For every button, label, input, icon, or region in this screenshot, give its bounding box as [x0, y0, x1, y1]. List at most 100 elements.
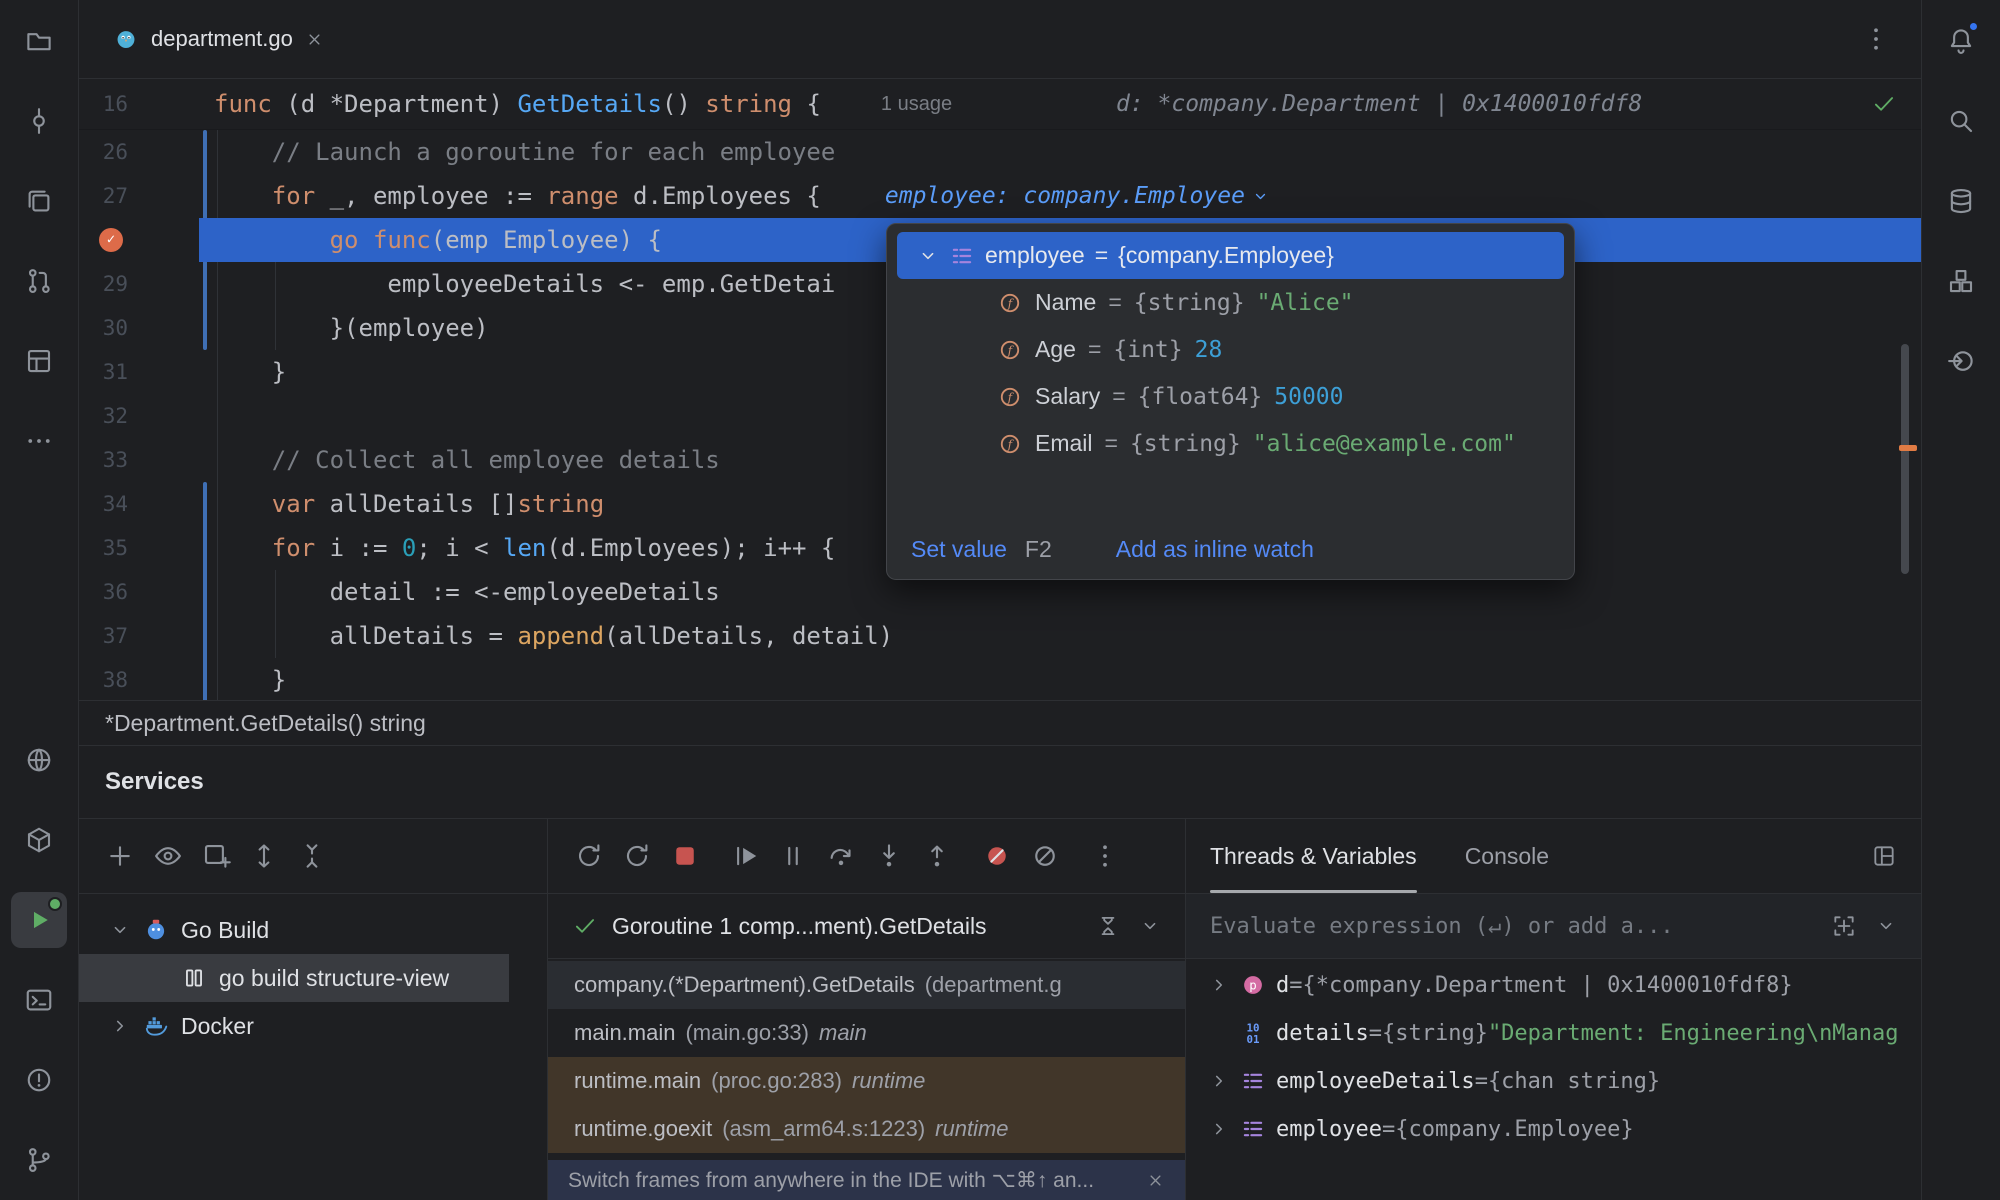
line-number[interactable]: 34: [79, 494, 128, 515]
structure-button[interactable]: [11, 333, 67, 389]
add-inline-watch-link[interactable]: Add as inline watch: [1116, 536, 1314, 563]
hourglass-icon[interactable]: [1095, 913, 1121, 939]
code-text[interactable]: detail := <-employeeDetails: [214, 570, 720, 614]
editor-scrollbar[interactable]: [1901, 344, 1909, 574]
breadcrumb[interactable]: *Department.GetDetails() string: [105, 710, 426, 737]
chevron-right-icon[interactable]: [1208, 974, 1230, 996]
stack-frame[interactable]: runtime.goexit(asm_arm64.s:1223)runtime: [548, 1105, 1185, 1153]
popup-field-name[interactable]: fName={string}"Alice": [897, 279, 1564, 326]
tab-options-button[interactable]: [1861, 24, 1891, 54]
search-button[interactable]: [1933, 93, 1989, 149]
database-button[interactable]: [1933, 173, 1989, 229]
line-number[interactable]: 36: [79, 582, 128, 603]
code-line-27[interactable]: 27 for _, employee := range d.Employees …: [79, 174, 1921, 218]
terminal-button[interactable]: [11, 972, 67, 1028]
commit-button[interactable]: [11, 93, 67, 149]
close-icon[interactable]: [1146, 1171, 1165, 1190]
evaluate-history-chevron[interactable]: [1875, 915, 1897, 937]
frames-thread-selector[interactable]: Goroutine 1 comp...ment).GetDetails: [548, 894, 1185, 959]
set-value-link[interactable]: Set value: [911, 536, 1007, 563]
banner-close-icon[interactable]: [1146, 1171, 1165, 1190]
service-node-go-build-structure-view[interactable]: go build structure-view: [79, 954, 509, 1002]
ignore-breakpoints-button[interactable]: [1024, 835, 1066, 877]
popup-field-salary[interactable]: fSalary={float64}50000: [897, 373, 1564, 420]
chevron-down-icon[interactable]: [1139, 915, 1161, 937]
more-options-button[interactable]: [1084, 835, 1126, 877]
line-number[interactable]: 31: [79, 362, 128, 383]
variable-expand-chevron[interactable]: [1208, 1118, 1240, 1140]
run-button[interactable]: [11, 892, 67, 948]
code-text[interactable]: for i := 0; i < len(d.Employees); i++ {: [214, 526, 835, 570]
expand-all-button[interactable]: [243, 835, 285, 877]
mute-breakpoints-button[interactable]: [976, 835, 1018, 877]
open-in-new-tab-button[interactable]: [195, 835, 237, 877]
pull-requests-button[interactable]: [11, 253, 67, 309]
tree-chevron[interactable]: [109, 919, 143, 941]
popup-root-row[interactable]: employee = {company.Employee}: [897, 232, 1564, 279]
editor[interactable]: 16 func (d *Department) GetDetails() stri…: [79, 79, 1921, 700]
line-number[interactable]: 16: [79, 94, 128, 115]
line-number[interactable]: 30: [79, 318, 128, 339]
service-node-go-build[interactable]: Go Build: [79, 906, 547, 954]
error-stripe-mark[interactable]: [1899, 445, 1917, 451]
variable-expand-chevron[interactable]: [1208, 974, 1240, 996]
variable-details[interactable]: 1001details = {string} "Department: Engi…: [1186, 1009, 1921, 1057]
usage-hint[interactable]: 1 usage: [881, 93, 952, 116]
dependencies-button[interactable]: [11, 812, 67, 868]
popup-field-email[interactable]: fEmail={string}"alice@example.com": [897, 420, 1564, 467]
debugger-inline-hint[interactable]: employee: company.Employee: [885, 183, 1270, 209]
code-text[interactable]: go func(emp Employee) {: [214, 218, 662, 262]
chevron-down-icon[interactable]: [109, 919, 131, 941]
stack-frame[interactable]: main.main(main.go:33)main: [548, 1009, 1185, 1057]
chevron-down-icon[interactable]: [1875, 915, 1897, 937]
variable-employee[interactable]: employee = {company.Employee}: [1186, 1105, 1921, 1153]
step-into-button[interactable]: [868, 835, 910, 877]
stack-frame[interactable]: runtime.main(proc.go:283)runtime: [548, 1057, 1185, 1105]
stop-button[interactable]: [664, 835, 706, 877]
tab-department-go[interactable]: department.go: [103, 11, 334, 67]
add-service-button[interactable]: [99, 835, 141, 877]
code-line-26[interactable]: 26 // Launch a goroutine for each employ…: [79, 130, 1921, 174]
evaluate-placeholder[interactable]: Evaluate expression (↵) or add a...: [1210, 914, 1674, 939]
recent-files-button[interactable]: [11, 173, 67, 229]
problems-button[interactable]: [11, 1052, 67, 1108]
project-button[interactable]: [11, 13, 67, 69]
service-node-docker[interactable]: Docker: [79, 1002, 547, 1050]
tree-chevron[interactable]: [109, 1015, 143, 1037]
close-tab-icon[interactable]: [305, 30, 324, 49]
stack-frame[interactable]: company.(*Department).GetDetails(departm…: [548, 961, 1185, 1009]
chevron-right-icon[interactable]: [109, 1015, 131, 1037]
rerun-button[interactable]: [568, 835, 610, 877]
code-text[interactable]: // Collect all employee details: [214, 438, 720, 482]
line-number[interactable]: 38: [79, 670, 128, 691]
rerun-debug-button[interactable]: [616, 835, 658, 877]
code-text[interactable]: var allDetails []string: [214, 482, 604, 526]
step-out-button[interactable]: [916, 835, 958, 877]
view-options-button[interactable]: [147, 835, 189, 877]
collapse-all-button[interactable]: [291, 835, 333, 877]
code-line-38[interactable]: 38 }: [79, 658, 1921, 700]
layout-icon[interactable]: [1871, 843, 1897, 869]
close-icon[interactable]: [305, 30, 324, 49]
code-text[interactable]: allDetails = append(allDetails, detail): [214, 614, 893, 658]
pause-button[interactable]: [772, 835, 814, 877]
web-services-button[interactable]: [11, 732, 67, 788]
version-control-button[interactable]: [11, 1132, 67, 1188]
suspend-policy-button[interactable]: [1095, 913, 1121, 939]
notifications-button[interactable]: [1933, 13, 1989, 69]
evaluate-expression-bar[interactable]: Evaluate expression (↵) or add a...: [1186, 894, 1921, 959]
code-text[interactable]: }: [214, 658, 286, 700]
layout-settings-button[interactable]: [1871, 843, 1897, 869]
line-number[interactable]: 33: [79, 450, 128, 471]
code-text[interactable]: employeeDetails <- emp.GetDetai: [214, 262, 835, 306]
code-text[interactable]: // Launch a goroutine for each employee: [214, 130, 835, 174]
tab-threads-variables[interactable]: Threads & Variables: [1210, 819, 1417, 893]
line-number[interactable]: 32: [79, 406, 128, 427]
line-number[interactable]: 37: [79, 626, 128, 647]
code-text[interactable]: func (d *Department) GetDetails() string…: [214, 79, 821, 129]
sticky-function-header[interactable]: 16 func (d *Department) GetDetails() stri…: [79, 79, 1921, 130]
code-line-37[interactable]: 37 allDetails = append(allDetails, detai…: [79, 614, 1921, 658]
endpoints-button[interactable]: [1933, 333, 1989, 389]
chevron-right-icon[interactable]: [1208, 1118, 1230, 1140]
step-over-button[interactable]: [820, 835, 862, 877]
